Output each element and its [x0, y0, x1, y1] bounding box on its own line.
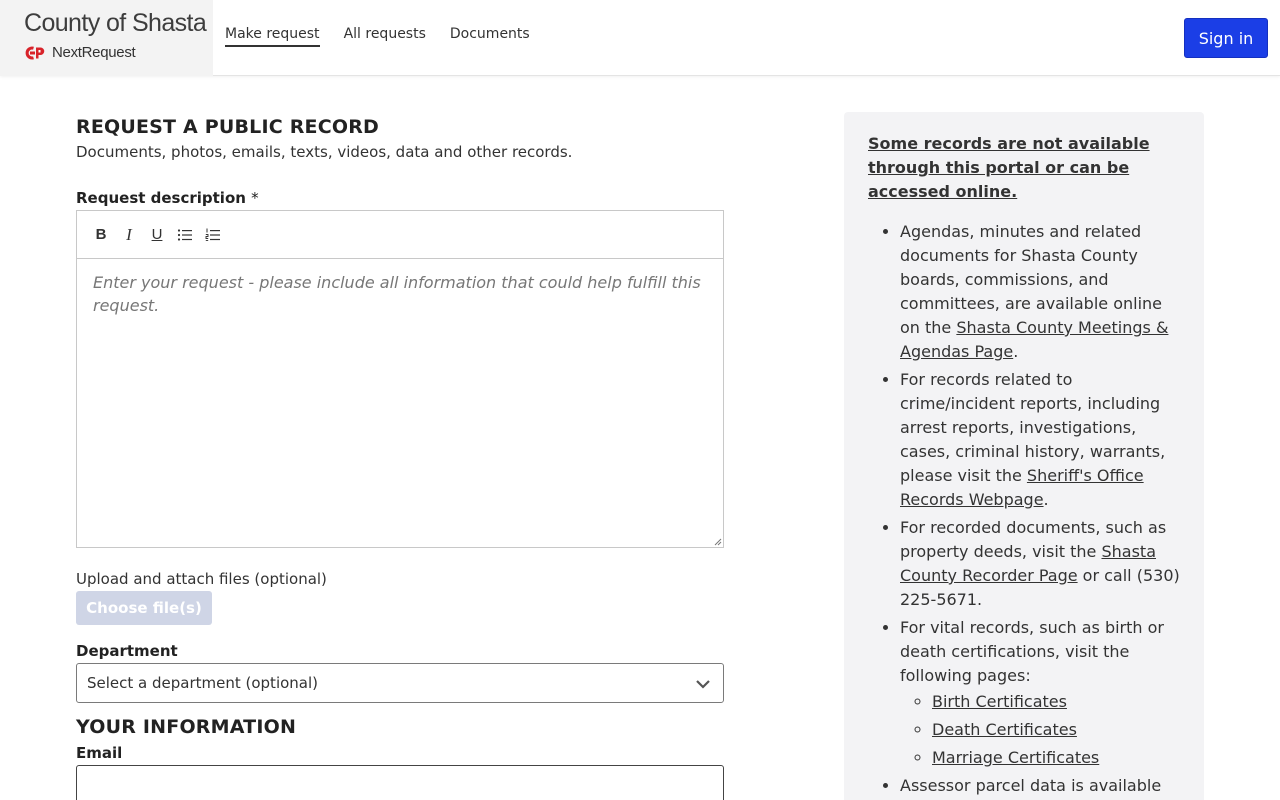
birth-certificates-link[interactable]: Birth Certificates — [932, 692, 1067, 711]
nextrequest-logo-icon — [25, 46, 45, 59]
list-item: For recorded documents, such as property… — [900, 516, 1180, 612]
underline-icon[interactable]: U — [147, 225, 167, 245]
list-item: Marriage Certificates — [932, 746, 1180, 770]
your-information-title: YOUR INFORMATION — [76, 716, 297, 738]
request-description-label-text: Request description — [76, 189, 246, 207]
marriage-certificates-link[interactable]: Marriage Certificates — [932, 748, 1099, 767]
page-subtitle: Documents, photos, emails, texts, videos… — [76, 143, 573, 161]
numbered-list-icon[interactable] — [203, 225, 223, 245]
upload-label: Upload and attach files (optional) — [76, 570, 327, 588]
nav-all-requests[interactable]: All requests — [344, 26, 426, 47]
rich-text-editor: B I U Enter your request - please includ… — [76, 210, 724, 548]
request-description-placeholder: Enter your request - please include all … — [93, 273, 701, 315]
chevron-down-icon — [696, 680, 710, 689]
brand-block[interactable]: County of Shasta NextRequest — [0, 0, 213, 76]
list-item: Death Certificates — [932, 718, 1180, 742]
list-item: Agendas, minutes and related documents f… — [900, 220, 1180, 364]
department-select-value: Select a department (optional) — [87, 674, 319, 692]
death-certificates-link[interactable]: Death Certificates — [932, 720, 1077, 739]
sign-in-button[interactable]: Sign in — [1184, 18, 1268, 58]
email-label: Email — [76, 744, 123, 762]
org-title[interactable]: County of Shasta — [24, 9, 207, 38]
nav-documents[interactable]: Documents — [450, 26, 530, 47]
aside-title: Some records are not available through t… — [868, 134, 1150, 201]
request-description-label: Request description * — [76, 189, 724, 207]
required-mark: * — [251, 189, 259, 207]
list-item: For vital records, such as birth or deat… — [900, 616, 1180, 770]
product-name: NextRequest — [52, 44, 136, 61]
list-item-text: For vital records, such as birth or deat… — [900, 618, 1164, 685]
bold-icon[interactable]: B — [91, 225, 111, 245]
vital-records-sublist: Birth Certificates Death Certificates Ma… — [900, 690, 1180, 770]
department-label: Department — [76, 642, 178, 660]
product-brand: NextRequest — [25, 44, 136, 61]
top-navbar: County of Shasta NextRequest Make reques… — [0, 0, 1280, 76]
aside-list: Agendas, minutes and related documents f… — [868, 220, 1180, 798]
list-item-text: . — [1013, 342, 1019, 361]
records-info-panel: Some records are not available through t… — [844, 112, 1204, 800]
editor-toolbar: B I U — [77, 211, 723, 259]
nav-make-request[interactable]: Make request — [225, 26, 320, 47]
department-select[interactable]: Select a department (optional) — [76, 663, 724, 703]
email-field[interactable] — [76, 765, 724, 800]
list-item: For records related to crime/incident re… — [900, 368, 1180, 512]
list-item: Birth Certificates — [932, 690, 1180, 714]
list-item-text: Assessor parcel data is available — [900, 776, 1162, 795]
page-title: REQUEST A PUBLIC RECORD — [76, 116, 380, 138]
resize-handle-icon[interactable] — [712, 536, 722, 546]
italic-icon[interactable]: I — [119, 225, 139, 245]
bulleted-list-icon[interactable] — [175, 225, 195, 245]
choose-files-button[interactable]: Choose file(s) — [76, 591, 212, 625]
list-item: Assessor parcel data is available — [900, 774, 1180, 798]
list-item-text: . — [1043, 490, 1049, 509]
main-nav: Make request All requests Documents — [225, 26, 530, 47]
request-description-input[interactable]: Enter your request - please include all … — [77, 259, 723, 547]
request-form: REQUEST A PUBLIC RECORD Documents, photo… — [76, 112, 724, 800]
